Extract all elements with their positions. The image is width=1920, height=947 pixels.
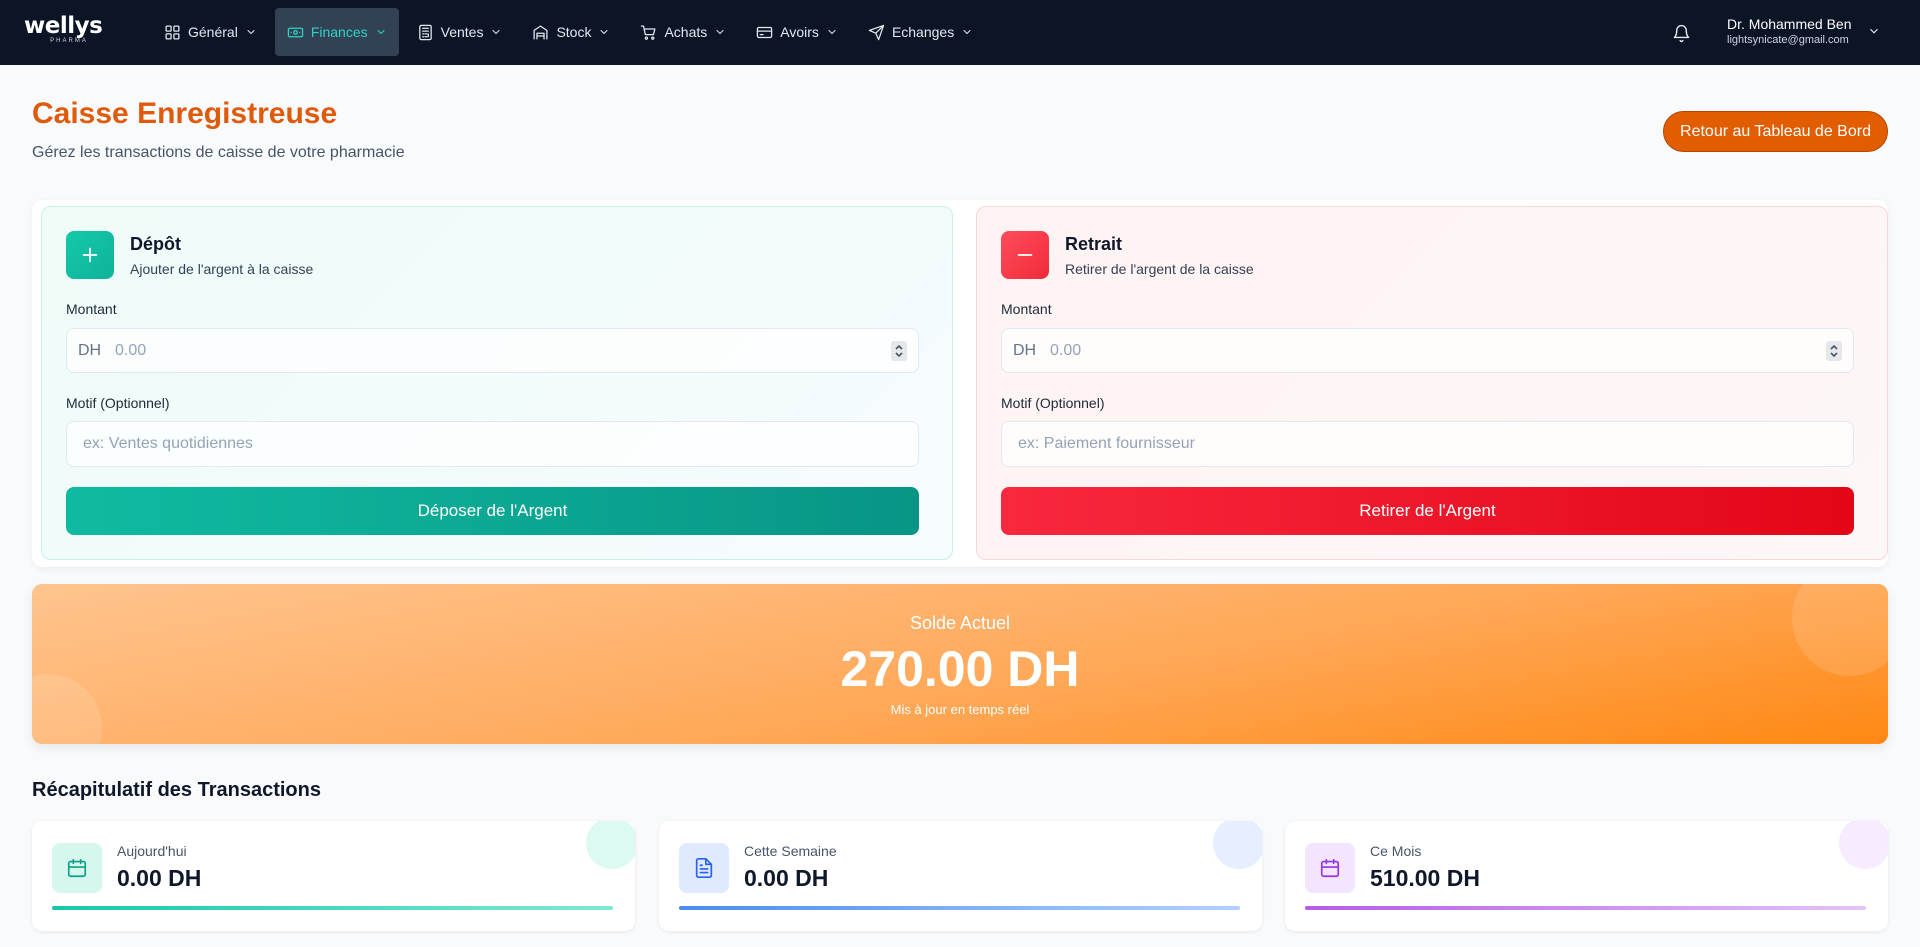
summary-title: Récapitulatif des Transactions	[32, 779, 321, 801]
register-icon	[418, 24, 432, 40]
number-spinner[interactable]	[891, 341, 907, 361]
nav-item-general[interactable]: Général	[152, 8, 269, 56]
nav-item-echanges[interactable]: Echanges	[856, 8, 985, 56]
nav-item-finances[interactable]: Finances	[274, 8, 399, 56]
back-to-dashboard-button[interactable]: Retour au Tableau de Bord	[1663, 111, 1888, 152]
decorative-circle	[586, 821, 635, 869]
chevron-down-icon	[828, 30, 836, 34]
deposit-card: Dépôt Ajouter de l'argent à la caisse Mo…	[41, 206, 953, 560]
nav-label: Ventes	[440, 24, 484, 40]
withdraw-motif-input[interactable]	[1001, 421, 1854, 467]
withdraw-card: Retrait Retirer de l'argent de la caisse…	[976, 206, 1888, 560]
logo-text: wellys	[24, 13, 103, 39]
calendar-icon	[1305, 843, 1355, 893]
deposit-title: Dépôt	[130, 234, 181, 254]
withdraw-motif-label: Motif (Optionnel)	[1001, 395, 1105, 411]
summary-card-today: Aujourd'hui 0.00 DH	[32, 821, 635, 931]
bell-icon	[1673, 24, 1689, 42]
chevron-down-icon	[492, 30, 500, 34]
withdraw-button[interactable]: Retirer de l'Argent	[1001, 487, 1854, 535]
spinner-arrows-icon	[895, 344, 903, 358]
credit-card-icon	[757, 26, 773, 38]
plus-icon	[66, 231, 114, 279]
deposit-amount-label: Montant	[66, 301, 117, 317]
user-name: Dr. Mohammed Ben	[1727, 16, 1852, 32]
summary-card-month: Ce Mois 510.00 DH	[1285, 821, 1888, 931]
nav-label: Finances	[310, 24, 368, 40]
decorative-circle	[1839, 821, 1888, 869]
chevron-down-icon	[377, 30, 385, 34]
spinner-arrows-icon	[1830, 344, 1838, 358]
current-balance-card: Solde Actuel 270.00 DH Mis à jour en tem…	[32, 584, 1888, 744]
notifications-button[interactable]	[1668, 20, 1694, 46]
summary-label: Ce Mois	[1370, 843, 1422, 859]
user-email: lightsynicate@gmail.com	[1727, 34, 1849, 46]
money-icon	[287, 27, 304, 37]
nav-label: Achats	[664, 24, 708, 40]
deposit-amount-field: DH	[66, 328, 919, 373]
withdraw-title: Retrait	[1065, 234, 1123, 254]
nav-item-stock[interactable]: Stock	[520, 8, 622, 56]
summary-label: Cette Semaine	[744, 843, 837, 859]
chevron-down-icon	[963, 30, 971, 34]
main-nav: Général Finances Ventes Stock Achats Avo…	[152, 8, 985, 56]
grid-icon	[165, 24, 180, 40]
balance-value: 270.00 DH	[840, 641, 1080, 697]
withdraw-description: Retirer de l'argent de la caisse	[1065, 261, 1254, 277]
number-spinner[interactable]	[1826, 341, 1842, 361]
withdraw-amount-input[interactable]	[1050, 331, 1810, 371]
summary-value: 510.00 DH	[1370, 865, 1480, 891]
summary-accent-bar	[679, 906, 1240, 910]
summary-value: 0.00 DH	[744, 865, 829, 891]
top-navbar: wellys PHARMA Général Finances Ventes St…	[0, 0, 1920, 65]
balance-label: Solde Actuel	[909, 613, 1011, 633]
cart-icon	[641, 24, 656, 40]
nav-item-avoirs[interactable]: Avoirs	[744, 8, 850, 56]
withdraw-amount-label: Montant	[1001, 301, 1052, 317]
app-logo[interactable]: wellys PHARMA	[24, 14, 104, 44]
chevron-down-icon	[600, 30, 608, 34]
deposit-motif-label: Motif (Optionnel)	[66, 395, 170, 411]
send-icon	[868, 24, 885, 40]
minus-icon	[1001, 231, 1049, 279]
nav-item-achats[interactable]: Achats	[628, 8, 738, 56]
chevron-down-icon[interactable]	[1867, 24, 1881, 38]
page-subtitle: Gérez les transactions de caisse de votr…	[32, 144, 405, 161]
warehouse-icon	[533, 24, 548, 40]
document-icon	[679, 843, 729, 893]
currency-prefix: DH	[1013, 342, 1037, 359]
summary-label: Aujourd'hui	[117, 843, 187, 859]
nav-label: Général	[188, 24, 238, 40]
currency-prefix: DH	[78, 342, 102, 359]
withdraw-amount-field: DH	[1001, 328, 1854, 373]
nav-item-ventes[interactable]: Ventes	[405, 8, 515, 56]
summary-accent-bar	[52, 906, 613, 910]
page-title: Caisse Enregistreuse	[32, 97, 338, 130]
summary-card-week: Cette Semaine 0.00 DH	[659, 821, 1262, 931]
summary-accent-bar	[1305, 906, 1866, 910]
decorative-circle	[1213, 821, 1262, 869]
chevron-down-icon	[716, 30, 724, 34]
deposit-motif-input[interactable]	[66, 421, 919, 467]
summary-value: 0.00 DH	[117, 865, 202, 891]
deposit-description: Ajouter de l'argent à la caisse	[130, 261, 314, 277]
chevron-down-icon	[247, 30, 255, 34]
balance-note: Mis à jour en temps réel	[890, 702, 1030, 717]
deposit-button[interactable]: Déposer de l'Argent	[66, 487, 919, 535]
nav-label: Echanges	[891, 24, 955, 40]
user-menu[interactable]: Dr. Mohammed Ben lightsynicate@gmail.com	[1727, 16, 1852, 47]
calendar-icon	[52, 843, 102, 893]
nav-label: Stock	[556, 24, 592, 40]
deposit-amount-input[interactable]	[115, 331, 875, 371]
nav-label: Avoirs	[780, 24, 819, 40]
